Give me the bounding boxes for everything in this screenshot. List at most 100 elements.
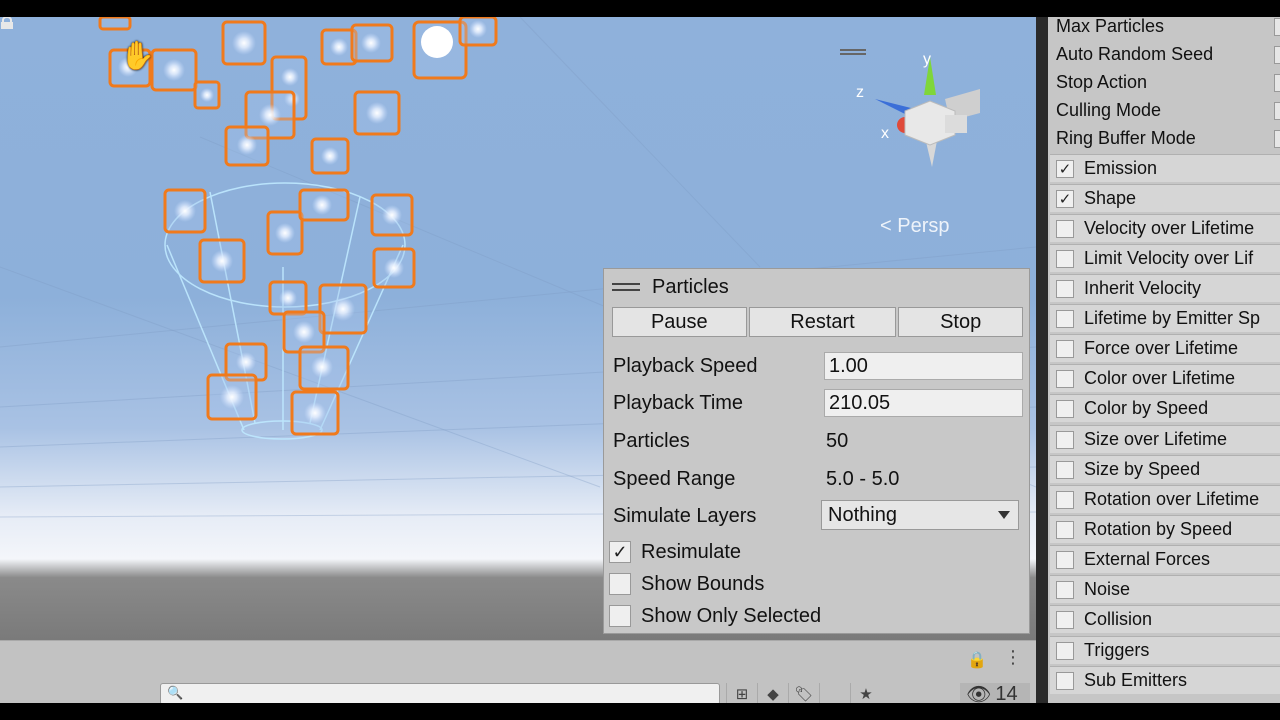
orientation-gizmo[interactable] xyxy=(875,57,980,167)
playback-time-row: Playback Time 210.05 xyxy=(613,388,1023,418)
drag-handle-icon[interactable] xyxy=(612,283,640,291)
module-rotation-over-lifetime[interactable]: Rotation over Lifetime xyxy=(1050,485,1280,513)
bottom-black-bar xyxy=(0,703,1280,720)
module-external-forces[interactable]: External Forces xyxy=(1050,545,1280,573)
lock-icon[interactable] xyxy=(0,17,14,29)
lock-icon[interactable]: 🔒 xyxy=(967,650,987,669)
module-checkbox[interactable] xyxy=(1056,580,1074,599)
property-field[interactable] xyxy=(1274,46,1280,64)
module-checkbox[interactable] xyxy=(1056,430,1074,449)
pause-button[interactable]: Pause xyxy=(612,307,747,337)
property-field[interactable] xyxy=(1274,74,1280,92)
module-checkbox[interactable]: ✓ xyxy=(1056,189,1074,208)
module-checkbox[interactable] xyxy=(1056,249,1074,268)
hidden-packages-toggle[interactable]: 👁 14 xyxy=(960,683,1030,706)
module-noise[interactable]: Noise xyxy=(1050,575,1280,603)
module-size-over-lifetime[interactable]: Size over Lifetime xyxy=(1050,425,1280,453)
search-input[interactable]: 🔍 xyxy=(160,683,720,705)
module-checkbox[interactable] xyxy=(1056,550,1074,569)
module-shape[interactable]: ✓ Shape xyxy=(1050,184,1280,212)
module-checkbox[interactable] xyxy=(1056,610,1074,629)
module-checkbox[interactable] xyxy=(1056,671,1074,690)
search-by-type-icon[interactable]: ⊞ xyxy=(726,683,757,705)
module-color-by-speed[interactable]: Color by Speed xyxy=(1050,394,1280,422)
particles-count-label: Particles xyxy=(613,429,690,452)
panel-divider[interactable] xyxy=(1036,17,1048,703)
module-checkbox[interactable] xyxy=(1056,399,1074,418)
module-label: Color over Lifetime xyxy=(1084,368,1236,388)
hand-tool-cursor-icon: ✋ xyxy=(120,39,155,72)
resimulate-toggle[interactable]: ✓ Resimulate xyxy=(609,539,741,565)
module-label: Size by Speed xyxy=(1084,459,1201,479)
module-checkbox[interactable] xyxy=(1056,460,1074,479)
module-lifetime-by-emitter-speed[interactable]: Lifetime by Emitter Sp xyxy=(1050,304,1280,332)
show-bounds-toggle[interactable]: Show Bounds xyxy=(609,571,764,597)
module-force-over-lifetime[interactable]: Force over Lifetime xyxy=(1050,334,1280,362)
property-label: Stop Action xyxy=(1056,71,1148,92)
property-label: Ring Buffer Mode xyxy=(1056,127,1196,148)
resimulate-checkbox[interactable]: ✓ xyxy=(609,541,631,563)
property-label: Auto Random Seed xyxy=(1056,43,1214,64)
filter-by-type-icon[interactable]: ◆ xyxy=(757,683,788,705)
module-label: Collision xyxy=(1084,609,1153,629)
perspective-toggle[interactable]: < Persp xyxy=(880,215,950,238)
restart-button[interactable]: Restart xyxy=(748,307,897,337)
module-checkbox[interactable] xyxy=(1056,309,1074,328)
show-bounds-checkbox[interactable] xyxy=(609,573,631,595)
module-checkbox[interactable] xyxy=(1056,279,1074,298)
panel-header[interactable]: Particles xyxy=(612,275,729,299)
module-rotation-by-speed[interactable]: Rotation by Speed xyxy=(1050,515,1280,543)
module-velocity-over-lifetime[interactable]: Velocity over Lifetime xyxy=(1050,214,1280,242)
module-label: Color by Speed xyxy=(1084,398,1209,418)
drag-handle-icon[interactable] xyxy=(840,49,866,55)
property-field[interactable] xyxy=(1274,102,1280,120)
kebab-menu-icon[interactable]: ⋮ xyxy=(1004,647,1022,668)
module-limit-velocity[interactable]: Limit Velocity over Lif xyxy=(1050,244,1280,272)
resimulate-label: Resimulate xyxy=(641,540,742,563)
module-checkbox[interactable] xyxy=(1056,520,1074,539)
module-checkbox[interactable] xyxy=(1056,490,1074,509)
property-ring-buffer-mode: Ring Buffer Mode xyxy=(1048,124,1280,152)
module-collision[interactable]: Collision xyxy=(1050,605,1280,633)
module-emission[interactable]: ✓ Emission xyxy=(1050,154,1280,182)
speed-range-label: Speed Range xyxy=(613,467,736,490)
filter-by-label-icon[interactable]: 🏷 xyxy=(788,683,819,705)
module-label: Size over Lifetime xyxy=(1084,429,1228,449)
show-only-selected-label: Show Only Selected xyxy=(641,604,822,627)
property-culling-mode: Culling Mode xyxy=(1048,96,1280,124)
top-black-bar xyxy=(0,0,1280,17)
module-inherit-velocity[interactable]: Inherit Velocity xyxy=(1050,274,1280,302)
module-label: External Forces xyxy=(1084,549,1211,569)
module-triggers[interactable]: Triggers xyxy=(1050,636,1280,664)
module-checkbox[interactable] xyxy=(1056,369,1074,388)
toolbar-icons: ⊞ ◆ 🏷 ★ xyxy=(726,683,881,705)
module-sub-emitters[interactable]: Sub Emitters xyxy=(1050,666,1280,694)
property-field[interactable] xyxy=(1274,18,1280,36)
inspector-panel: Max Particles Auto Random Seed Stop Acti… xyxy=(1048,17,1280,703)
module-label: Limit Velocity over Lif xyxy=(1084,248,1254,268)
module-checkbox[interactable]: ✓ xyxy=(1056,159,1074,178)
playback-speed-input[interactable]: 1.00 xyxy=(824,352,1023,380)
speed-range-value: 5.0 - 5.0 xyxy=(826,467,900,490)
module-checkbox[interactable] xyxy=(1056,219,1074,238)
playback-speed-row: Playback Speed 1.00 xyxy=(613,351,1023,381)
panel-title: Particles xyxy=(652,275,729,298)
show-only-selected-toggle[interactable]: Show Only Selected xyxy=(609,603,821,629)
stop-button[interactable]: Stop xyxy=(898,307,1024,337)
playback-time-input[interactable]: 210.05 xyxy=(824,389,1023,417)
module-checkbox[interactable] xyxy=(1056,339,1074,358)
property-label: Culling Mode xyxy=(1056,99,1162,120)
module-checkbox[interactable] xyxy=(1056,641,1074,660)
module-color-over-lifetime[interactable]: Color over Lifetime xyxy=(1050,364,1280,392)
show-only-selected-checkbox[interactable] xyxy=(609,605,631,627)
property-field[interactable] xyxy=(1274,130,1280,148)
module-label: Triggers xyxy=(1084,640,1150,660)
favorite-star-icon[interactable]: ★ xyxy=(850,683,881,705)
simulate-layers-label: Simulate Layers xyxy=(613,504,757,527)
simulate-layers-dropdown[interactable]: Nothing xyxy=(821,500,1019,530)
module-size-by-speed[interactable]: Size by Speed xyxy=(1050,455,1280,483)
show-bounds-label: Show Bounds xyxy=(641,572,765,595)
chevron-left-icon: < xyxy=(880,215,892,237)
module-label: Force over Lifetime xyxy=(1084,338,1239,358)
playback-time-label: Playback Time xyxy=(613,391,744,414)
